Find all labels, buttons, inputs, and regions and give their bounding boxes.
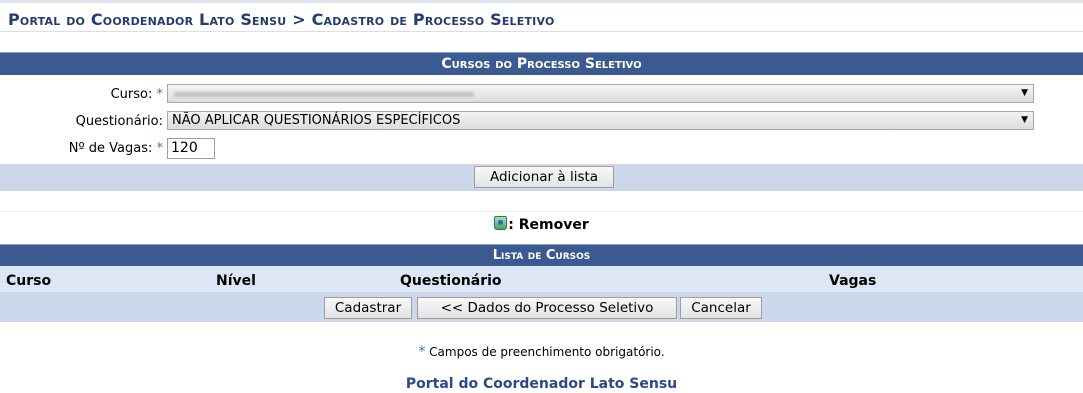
- required-mark: *: [156, 141, 164, 156]
- required-mark: *: [156, 87, 164, 102]
- table-header: Curso Nível Questionário Vagas: [0, 266, 1083, 292]
- legend-remove-text: : Remover: [508, 217, 589, 233]
- portal-link[interactable]: Portal do Coordenador Lato Sensu: [0, 376, 1083, 392]
- add-to-list-button[interactable]: Adicionar à lista: [474, 166, 614, 188]
- curso-select[interactable]: ▼: [167, 84, 1034, 103]
- legend: : Remover: [0, 216, 1083, 233]
- cancelar-button[interactable]: Cancelar: [680, 297, 762, 319]
- questionario-row: Questionário: NÃO APLICAR QUESTIONÁRIOS …: [0, 110, 1083, 132]
- column-nivel: Nível: [216, 273, 256, 289]
- column-vagas: Vagas: [829, 273, 877, 289]
- actions-bar: Cadastrar << Dados do Processo Seletivo …: [0, 292, 1083, 322]
- curso-row: Curso: * ▼: [0, 83, 1083, 105]
- breadcrumb: Portal do Coordenador Lato Sensu > Cadas…: [8, 10, 555, 29]
- cadastrar-button[interactable]: Cadastrar: [324, 297, 412, 319]
- column-curso: Curso: [6, 273, 52, 289]
- vagas-row: Nº de Vagas: * 120: [0, 138, 1083, 160]
- trash-icon: [494, 216, 508, 230]
- required-note-text: Campos de preenchimento obrigatório.: [425, 345, 665, 359]
- questionario-select[interactable]: NÃO APLICAR QUESTIONÁRIOS ESPECÍFICOS ▼: [167, 111, 1034, 130]
- required-fields-note: * Campos de preenchimento obrigatório.: [0, 344, 1083, 360]
- chevron-down-icon: ▼: [1021, 115, 1028, 125]
- redacted-text: [174, 92, 474, 97]
- panel-title-cursos: Cursos do Processo Seletivo: [0, 52, 1083, 75]
- vagas-input[interactable]: 120: [167, 138, 215, 159]
- questionario-select-value: NÃO APLICAR QUESTIONÁRIOS ESPECÍFICOS: [172, 113, 461, 128]
- add-button-bar: Adicionar à lista: [0, 164, 1083, 191]
- spacer: [0, 191, 1083, 212]
- breadcrumb-bar: Portal do Coordenador Lato Sensu > Cadas…: [0, 0, 1083, 32]
- curso-label: Curso: *: [110, 87, 164, 102]
- panel-title-lista: Lista de Cursos: [0, 244, 1083, 266]
- back-to-processo-button[interactable]: << Dados do Processo Seletivo: [417, 297, 677, 319]
- top-divider: [0, 0, 1083, 3]
- questionario-label: Questionário:: [75, 114, 163, 129]
- chevron-down-icon: ▼: [1021, 88, 1028, 98]
- vagas-label: Nº de Vagas: *: [68, 141, 164, 156]
- column-questionario: Questionário: [400, 273, 502, 289]
